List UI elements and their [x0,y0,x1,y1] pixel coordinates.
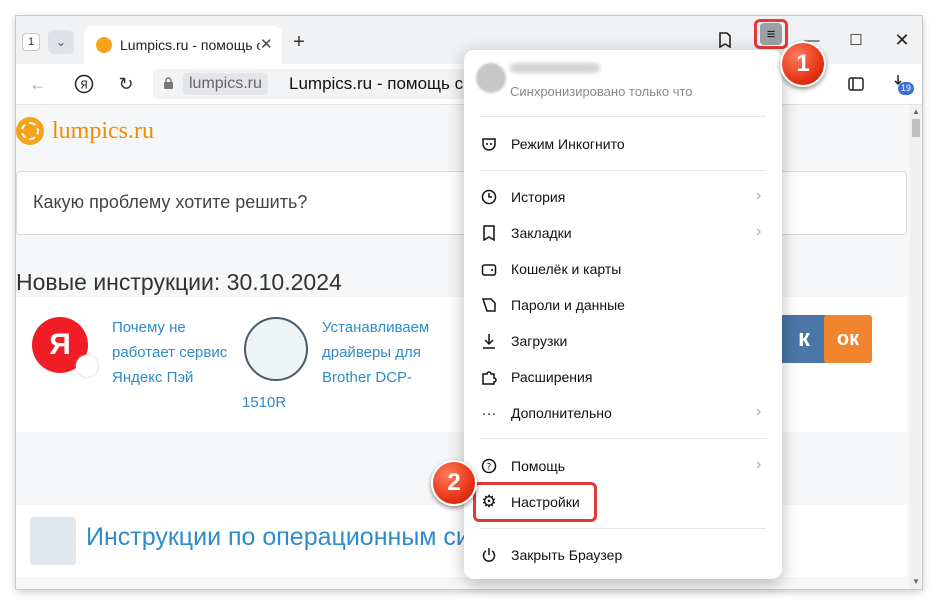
chevron-right-icon: › [756,223,762,240]
svg-text:?: ? [487,463,492,473]
tab-title: Lumpics.ru - помощь с к [120,37,260,53]
os-icon [30,517,76,565]
search-placeholder: Какую проблему хотите решить? [33,192,308,212]
menu-item-label: Кошелёк и карты [511,261,622,277]
menu-item-label: История [511,189,566,205]
menu-item-label: Пароли и данные [511,297,625,313]
scroll-thumb[interactable] [912,119,920,137]
menu-item-downloads[interactable]: Загрузки [464,323,782,359]
chevron-right-icon: › [756,403,762,420]
page-scrollbar[interactable]: ▲ ▼ [910,105,922,589]
link-line: работает сервис [112,344,228,361]
menu-item-label: Закрыть Браузер [511,547,623,563]
menu-item-label: Расширения [511,369,593,385]
article-link-brother[interactable]: Устанавливаем драйверы для Brother DCP- [322,315,429,390]
new-instructions-heading: Новые инструкции: 30.10.2024 [16,269,342,295]
help-icon: ? [480,457,498,475]
download-icon [480,332,498,350]
active-tab[interactable]: Lumpics.ru - помощь с к ✕ [84,26,282,64]
menu-item-more[interactable]: ··· Дополнительно › [464,395,782,431]
downloads-badge: 19 [898,82,915,95]
profile-header[interactable]: Синхронизировано только что [464,50,782,110]
more-dots-icon: ··· [481,404,497,422]
menu-button[interactable]: ≡ [754,19,788,49]
menu-item-passwords[interactable]: Пароли и данные [464,287,782,323]
clock-icon [480,188,498,206]
scroll-up-icon[interactable]: ▲ [912,107,920,116]
brother-driver-thumbnail[interactable] [244,317,308,381]
sync-status: Синхронизировано только что [510,84,693,99]
yandex-pay-thumbnail[interactable]: Я [32,317,98,377]
extension-icon[interactable] [844,72,868,96]
divider [480,528,766,529]
link-line: Почему не [112,319,186,336]
reload-icon[interactable]: ↻ [114,72,138,96]
menu-item-history[interactable]: История › [464,179,782,215]
divider [480,116,766,117]
os-section-title[interactable]: Инструкции по операционным си [86,523,470,552]
menu-item-bookmarks[interactable]: Закладки › [464,215,782,251]
scroll-down-icon[interactable]: ▼ [912,577,920,586]
username-blurred [510,63,600,73]
step-badge-2: 2 [431,460,477,506]
link-line: Устанавливаем [322,319,430,336]
yandex-icon[interactable]: Я [72,72,96,96]
url-domain: lumpics.ru [183,73,268,95]
ok-button[interactable]: ок [824,315,872,363]
close-tab-icon[interactable]: ✕ [260,35,273,53]
menu-item-close-browser[interactable]: Закрыть Браузер [464,537,782,573]
menu-item-label: Помощь [511,458,566,474]
divider [480,438,766,439]
step-badge-1: 1 [780,41,826,87]
menu-item-extensions[interactable]: Расширения [464,359,782,395]
link-line: 1510R [242,394,287,411]
close-window-button[interactable]: ✕ [888,26,916,54]
menu-item-label: Закладки [511,225,572,241]
site-logo[interactable]: lumpics.ru [16,117,154,145]
yandex-letter: Я [49,328,71,361]
ok-letter: ок [836,327,860,350]
wallet-icon [480,260,498,278]
back-icon[interactable]: ← [26,72,50,96]
tab-count[interactable]: 1 [22,33,40,51]
maximize-button[interactable]: ☐ [842,26,870,54]
vk-letter: к [797,325,810,352]
menu-item-label: Загрузки [511,333,568,349]
menu-item-incognito[interactable]: Режим Инкогнито [464,126,782,162]
logo-text: lumpics.ru [52,117,154,144]
pay-icon [76,355,98,377]
favicon-icon [96,37,112,53]
power-icon [480,546,498,564]
chevron-right-icon: › [756,187,762,204]
menu-item-wallet[interactable]: Кошелёк и карты [464,251,782,287]
menu-item-label: Режим Инкогнито [511,136,625,152]
downloads-icon[interactable]: 19 [888,72,915,96]
divider [480,170,766,171]
settings-highlight [473,482,597,522]
article-link-yandex-pay[interactable]: Почему не работает сервис Яндекс Пэй [112,315,227,390]
incognito-icon [480,135,498,153]
link-line: Яндекс Пэй [112,369,194,386]
chevron-down-icon[interactable]: ⌄ [48,30,74,54]
new-tab-button[interactable]: + [288,31,310,53]
chevron-right-icon: › [756,456,762,473]
orange-logo-icon [16,117,44,145]
url-page-title: Lumpics.ru - помощь с к [289,74,476,93]
link-line: драйверы для [322,344,421,361]
svg-text:Я: Я [80,79,88,92]
hamburger-icon: ≡ [760,23,782,45]
avatar [476,63,506,93]
vk-button[interactable]: к [780,315,828,363]
puzzle-icon [480,368,498,386]
key-icon [480,296,498,314]
link-line: Brother DCP- [322,369,413,386]
lock-icon [164,77,173,89]
menu-item-help[interactable]: ? Помощь › [464,448,782,484]
bookmark-icon [480,224,498,242]
menu-item-label: Дополнительно [511,405,612,421]
